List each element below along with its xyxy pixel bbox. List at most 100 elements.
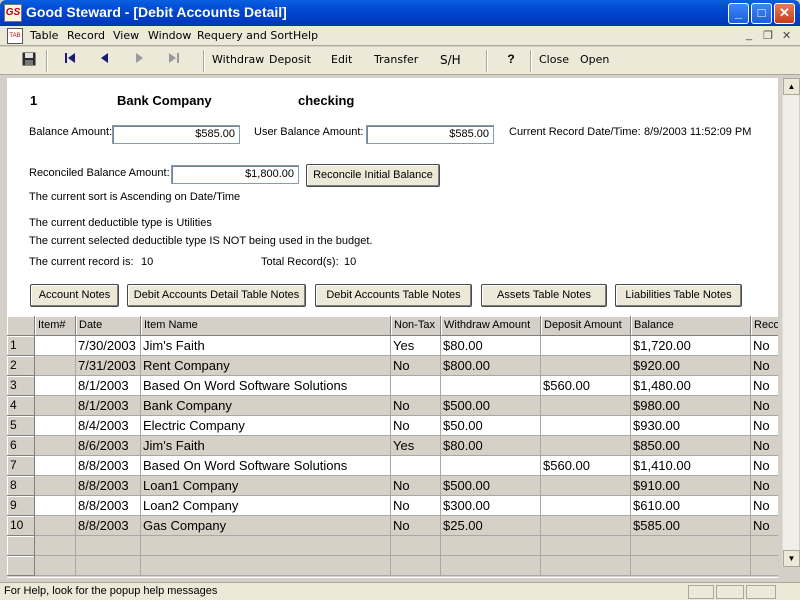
- cell-reconciled[interactable]: No: [751, 476, 778, 496]
- cell-reconciled[interactable]: [751, 536, 778, 556]
- cell-item-name[interactable]: Jim's Faith: [141, 436, 391, 456]
- cell-non-tax[interactable]: No: [391, 516, 441, 536]
- cell-reconciled[interactable]: No: [751, 516, 778, 536]
- column-header-date[interactable]: Date: [76, 316, 141, 336]
- help-icon[interactable]: ?: [503, 52, 519, 68]
- cell-item[interactable]: [35, 556, 76, 576]
- cell-withdraw-amount[interactable]: $80.00: [441, 436, 541, 456]
- cell-item-name[interactable]: Loan2 Company: [141, 496, 391, 516]
- first-record-icon[interactable]: [62, 52, 78, 68]
- cell-deposit-amount[interactable]: [541, 496, 631, 516]
- reconcile-initial-balance-button[interactable]: Reconcile Initial Balance: [306, 164, 440, 187]
- cell-balance[interactable]: $930.00: [631, 416, 751, 436]
- cell-non-tax[interactable]: [391, 376, 441, 396]
- cell-date[interactable]: 7/31/2003: [76, 356, 141, 376]
- table-row[interactable]: 10 8/8/2003 Gas Company No $25.00 $585.00 No: [7, 516, 778, 536]
- cell-withdraw-amount[interactable]: $500.00: [441, 476, 541, 496]
- table-row[interactable]: 7 8/8/2003 Based On Word Software Solution…: [7, 456, 778, 476]
- cell-withdraw-amount[interactable]: [441, 456, 541, 476]
- cell-withdraw-amount[interactable]: [441, 536, 541, 556]
- menu-help[interactable]: Help: [293, 29, 318, 42]
- reconciled-balance-field[interactable]: $1,800.00: [171, 165, 299, 184]
- cell-balance[interactable]: $910.00: [631, 476, 751, 496]
- cell-deposit-amount[interactable]: [541, 356, 631, 376]
- cell-item[interactable]: [35, 376, 76, 396]
- user-balance-field[interactable]: $585.00: [366, 125, 494, 144]
- cell-reconciled[interactable]: No: [751, 356, 778, 376]
- cell-withdraw-amount[interactable]: $800.00: [441, 356, 541, 376]
- cell-non-tax[interactable]: Yes: [391, 336, 441, 356]
- cell-item-name[interactable]: Jim's Faith: [141, 336, 391, 356]
- cell-deposit-amount[interactable]: [541, 556, 631, 576]
- column-header-non-tax[interactable]: Non-Tax: [391, 316, 441, 336]
- cell-balance[interactable]: $585.00: [631, 516, 751, 536]
- table-row[interactable]: 9 8/8/2003 Loan2 Company No $300.00 $610.00 No: [7, 496, 778, 516]
- cell-deposit-amount[interactable]: [541, 516, 631, 536]
- cell-reconciled[interactable]: No: [751, 456, 778, 476]
- open-button[interactable]: Open: [580, 53, 609, 66]
- close-window-button[interactable]: ✕: [774, 3, 795, 24]
- column-header-withdraw-amount[interactable]: Withdraw Amount: [441, 316, 541, 336]
- scroll-up-icon[interactable]: ▲: [783, 78, 800, 95]
- cell-non-tax[interactable]: [391, 556, 441, 576]
- cell-item[interactable]: [35, 476, 76, 496]
- debit-accounts-detail-table-notes-button[interactable]: Debit Accounts Detail Table Notes: [127, 284, 306, 307]
- cell-date[interactable]: [76, 556, 141, 576]
- transfer-button[interactable]: Transfer: [374, 53, 418, 66]
- cell-reconciled[interactable]: [751, 556, 778, 576]
- cell-date[interactable]: 8/4/2003: [76, 416, 141, 436]
- cell-date[interactable]: 8/8/2003: [76, 516, 141, 536]
- close-button[interactable]: Close: [539, 53, 569, 66]
- cell-reconciled[interactable]: No: [751, 496, 778, 516]
- table-row[interactable]: 4 8/1/2003 Bank Company No $500.00 $980.00 No: [7, 396, 778, 416]
- document-icon[interactable]: TAB: [7, 28, 23, 44]
- liabilities-table-notes-button[interactable]: Liabilities Table Notes: [615, 284, 742, 307]
- cell-balance[interactable]: $610.00: [631, 496, 751, 516]
- mdi-close-icon[interactable]: ✕: [782, 29, 791, 42]
- cell-item-name[interactable]: Rent Company: [141, 356, 391, 376]
- cell-balance[interactable]: $1,410.00: [631, 456, 751, 476]
- cell-item-name[interactable]: Based On Word Software Solutions: [141, 456, 391, 476]
- table-row[interactable]: 2 7/31/2003 Rent Company No $800.00 $920.00 No: [7, 356, 778, 376]
- menu-window[interactable]: Window: [148, 29, 191, 42]
- cell-date[interactable]: 8/8/2003: [76, 476, 141, 496]
- cell-date[interactable]: 8/6/2003: [76, 436, 141, 456]
- cell-item-name[interactable]: [141, 536, 391, 556]
- cell-balance[interactable]: $1,480.00: [631, 376, 751, 396]
- cell-item[interactable]: [35, 456, 76, 476]
- cell-deposit-amount[interactable]: [541, 336, 631, 356]
- cell-withdraw-amount[interactable]: [441, 376, 541, 396]
- table-row[interactable]: [7, 556, 778, 576]
- cell-balance[interactable]: $980.00: [631, 396, 751, 416]
- cell-withdraw-amount[interactable]: $25.00: [441, 516, 541, 536]
- cell-date[interactable]: 8/1/2003: [76, 376, 141, 396]
- cell-item[interactable]: [35, 336, 76, 356]
- row-header[interactable]: [7, 556, 35, 576]
- cell-item[interactable]: [35, 356, 76, 376]
- cell-deposit-amount[interactable]: [541, 536, 631, 556]
- balance-amount-field[interactable]: $585.00: [112, 125, 240, 144]
- cell-deposit-amount[interactable]: [541, 416, 631, 436]
- cell-deposit-amount[interactable]: [541, 476, 631, 496]
- cell-balance[interactable]: $1,720.00: [631, 336, 751, 356]
- cell-item[interactable]: [35, 436, 76, 456]
- cell-balance[interactable]: $850.00: [631, 436, 751, 456]
- table-row[interactable]: [7, 536, 778, 556]
- cell-balance[interactable]: [631, 556, 751, 576]
- grid-corner[interactable]: [7, 316, 35, 336]
- mdi-minimize-icon[interactable]: _: [746, 29, 752, 41]
- row-header[interactable]: 5: [7, 416, 35, 436]
- table-row[interactable]: 6 8/6/2003 Jim's Faith Yes $80.00 $850.00 No: [7, 436, 778, 456]
- cell-date[interactable]: 8/8/2003: [76, 496, 141, 516]
- column-header-deposit-amount[interactable]: Deposit Amount: [541, 316, 631, 336]
- row-header[interactable]: 8: [7, 476, 35, 496]
- cell-reconciled[interactable]: No: [751, 336, 778, 356]
- table-row[interactable]: 5 8/4/2003 Electric Company No $50.00 $930.00…: [7, 416, 778, 436]
- row-header[interactable]: 6: [7, 436, 35, 456]
- assets-table-notes-button[interactable]: Assets Table Notes: [481, 284, 607, 307]
- column-header-reconciled[interactable]: Reco: [751, 316, 778, 336]
- save-icon[interactable]: [21, 52, 37, 68]
- cell-item[interactable]: [35, 416, 76, 436]
- deposit-button[interactable]: Deposit: [269, 53, 311, 66]
- cell-non-tax[interactable]: [391, 456, 441, 476]
